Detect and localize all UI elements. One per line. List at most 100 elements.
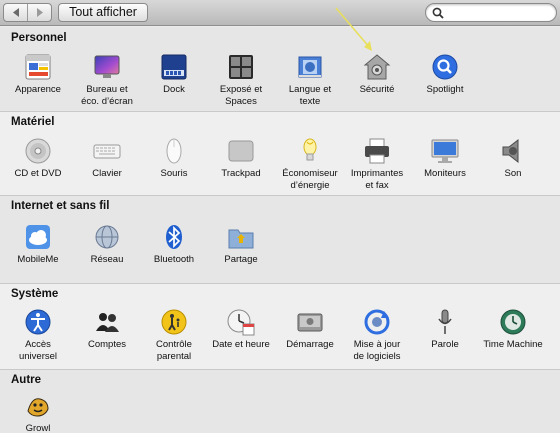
pane-printers-fax[interactable]: Imprimantes et fax xyxy=(339,136,415,192)
pane-label: Comptes xyxy=(87,339,126,350)
pane-universal-access[interactable]: Accès universel xyxy=(0,307,76,363)
pane-speech[interactable]: Parole xyxy=(407,307,483,351)
pane-trackpad[interactable]: Trackpad xyxy=(203,136,279,180)
pane-growl[interactable]: Growl xyxy=(0,391,76,433)
pane-sharing[interactable]: Partage xyxy=(203,222,279,266)
pane-label: Réseau xyxy=(90,254,124,265)
pane-cd-dvd[interactable]: CD et DVD xyxy=(0,136,76,180)
pane-desktop-screensaver[interactable]: Bureau et éco. d’écran xyxy=(69,52,145,108)
pane-label: Accès xyxy=(25,339,51,350)
pane-language-text[interactable]: Langue et texte xyxy=(272,52,348,108)
network-globe-icon xyxy=(92,222,122,252)
pane-keyboard[interactable]: Clavier xyxy=(69,136,145,180)
pane-parental-controls[interactable]: Contrôle parental xyxy=(136,307,212,363)
pane-label: Son xyxy=(504,168,522,179)
pane-energy-saver[interactable]: Économiseur d’énergie xyxy=(272,136,348,192)
pane-date-time[interactable]: Date et heure xyxy=(203,307,279,351)
pane-label: Langue et xyxy=(288,84,332,95)
sharing-folder-icon xyxy=(226,222,256,252)
pane-label-line2: de logiciels xyxy=(353,351,401,362)
chevron-left-icon xyxy=(12,8,19,17)
accounts-icon xyxy=(92,307,122,337)
pane-label: Dock xyxy=(163,84,185,95)
mouse-icon xyxy=(159,136,189,166)
parental-controls-icon xyxy=(159,307,189,337)
pane-label-line2: et fax xyxy=(365,180,389,191)
show-all-button[interactable]: Tout afficher xyxy=(58,3,148,22)
keyboard-icon xyxy=(92,136,122,166)
section-personnel: Personnel Apparence Bureau et éco. d’écr… xyxy=(0,27,560,111)
security-house-icon xyxy=(362,52,392,82)
speech-microphone-icon xyxy=(430,307,460,337)
energy-saver-bulb-icon xyxy=(295,136,325,166)
pane-label: Growl xyxy=(25,423,51,433)
forward-button[interactable] xyxy=(27,4,51,21)
divider xyxy=(0,111,560,112)
date-time-clock-icon xyxy=(226,307,256,337)
pane-expose-spaces[interactable]: Exposé et Spaces xyxy=(203,52,279,108)
pane-startup-disk[interactable]: Démarrage xyxy=(272,307,348,351)
desktop-screensaver-icon xyxy=(92,52,122,82)
pane-sound[interactable]: Son xyxy=(475,136,551,180)
pane-label: Bureau et xyxy=(86,84,128,95)
pane-label: Moniteurs xyxy=(424,168,466,179)
mobileme-cloud-icon xyxy=(23,222,53,252)
cd-dvd-icon xyxy=(23,136,53,166)
pane-bluetooth[interactable]: Bluetooth xyxy=(136,222,212,266)
pane-mouse[interactable]: Souris xyxy=(136,136,212,180)
pane-label: Démarrage xyxy=(286,339,334,350)
pane-label: Date et heure xyxy=(212,339,270,350)
section-other: Autre Growl xyxy=(0,369,560,433)
pane-displays[interactable]: Moniteurs xyxy=(407,136,483,180)
software-update-icon xyxy=(362,307,392,337)
pane-security[interactable]: Sécurité xyxy=(339,52,415,96)
section-title: Système xyxy=(11,288,59,300)
pane-label-line2: Spaces xyxy=(225,96,257,107)
pane-label: Time Machine xyxy=(483,339,543,350)
section-system: Système Accès universel Comptes Contrôle… xyxy=(0,283,560,369)
section-title: Personnel xyxy=(11,32,67,44)
time-machine-icon xyxy=(498,307,528,337)
startup-disk-icon xyxy=(295,307,325,337)
language-text-icon xyxy=(295,52,325,82)
section-title: Matériel xyxy=(11,116,55,128)
spotlight-icon xyxy=(430,52,460,82)
back-forward-buttons xyxy=(3,3,52,22)
growl-icon xyxy=(23,391,53,421)
pane-label: Partage xyxy=(224,254,258,265)
pane-label: Imprimantes xyxy=(350,168,404,179)
pane-spotlight[interactable]: Spotlight xyxy=(407,52,483,96)
bluetooth-icon xyxy=(159,222,189,252)
pane-label: Parole xyxy=(431,339,459,350)
pane-label-line2: parental xyxy=(156,351,192,362)
pane-label: CD et DVD xyxy=(14,168,62,179)
trackpad-icon xyxy=(226,136,256,166)
pane-label: Contrôle xyxy=(156,339,192,350)
pane-label: Souris xyxy=(160,168,188,179)
appearance-icon xyxy=(23,52,53,82)
pane-mobileme[interactable]: MobileMe xyxy=(0,222,76,266)
pane-network[interactable]: Réseau xyxy=(69,222,145,266)
magnifier-icon xyxy=(432,7,444,19)
pane-label: MobileMe xyxy=(17,254,59,265)
pane-label-line2: d’énergie xyxy=(290,180,330,191)
chevron-right-icon xyxy=(36,8,43,17)
pane-label: Économiseur xyxy=(282,168,338,179)
search-field[interactable] xyxy=(425,3,557,22)
speaker-icon xyxy=(498,136,528,166)
section-title: Internet et sans fil xyxy=(11,200,110,212)
divider xyxy=(0,283,560,284)
section-internet-wireless: Internet et sans fil MobileMe Réseau Blu… xyxy=(0,195,560,283)
pane-accounts[interactable]: Comptes xyxy=(69,307,145,351)
back-button[interactable] xyxy=(4,4,27,21)
pane-software-update[interactable]: Mise à jour de logiciels xyxy=(339,307,415,363)
window-toolbar: Tout afficher xyxy=(0,0,560,26)
pane-label: Bluetooth xyxy=(153,254,195,265)
pane-label: Spotlight xyxy=(426,84,464,95)
pane-time-machine[interactable]: Time Machine xyxy=(475,307,551,351)
accessibility-icon xyxy=(23,307,53,337)
pane-appearance[interactable]: Apparence xyxy=(0,52,76,96)
pane-label-line2: éco. d’écran xyxy=(81,96,133,107)
dock-icon xyxy=(159,52,189,82)
pane-dock[interactable]: Dock xyxy=(136,52,212,96)
